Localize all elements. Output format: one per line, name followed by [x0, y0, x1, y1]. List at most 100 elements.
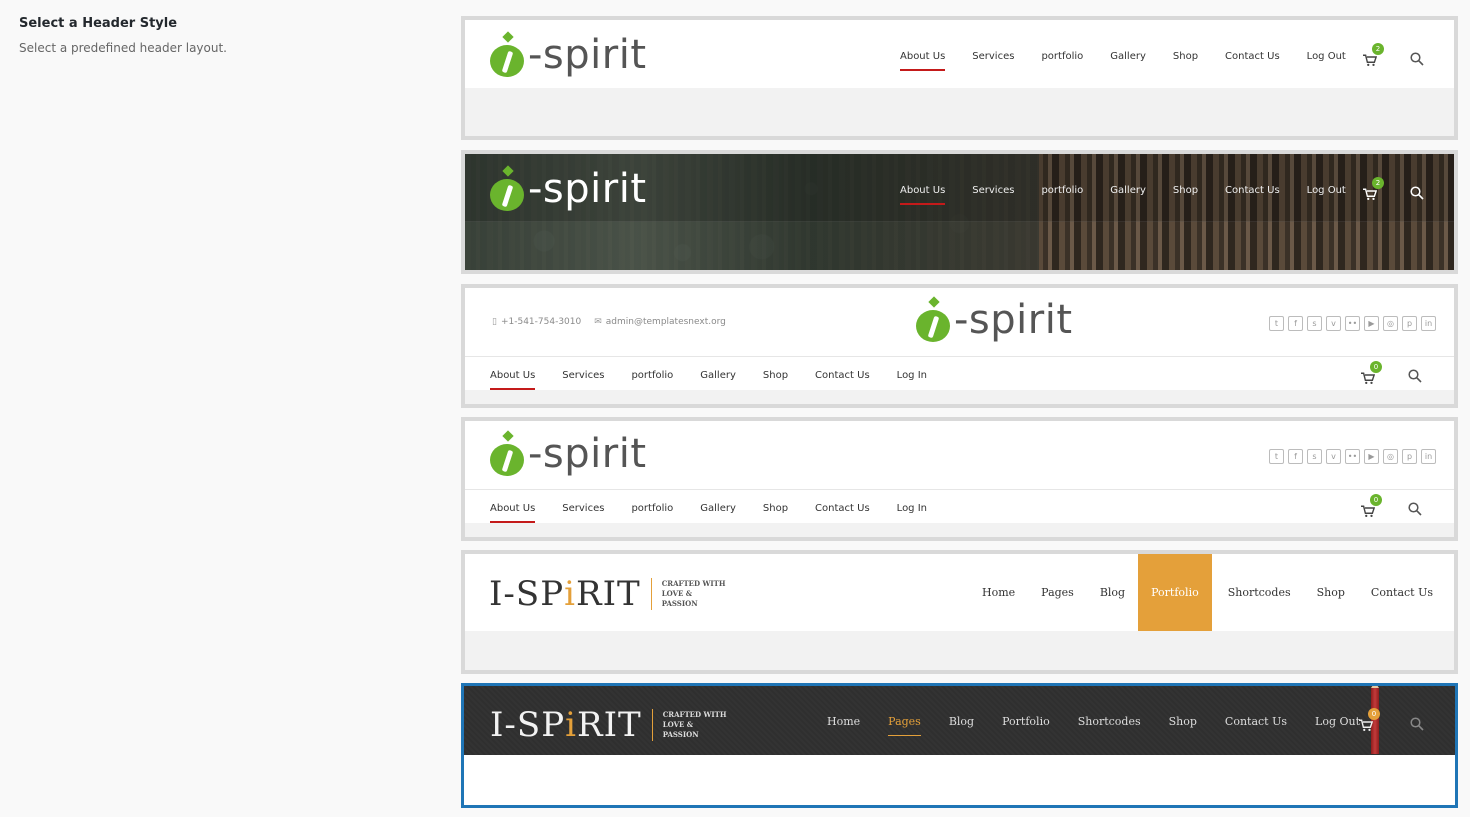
nav-item: Blog — [1099, 586, 1126, 599]
header-style-option-3[interactable]: ▯ +1-541-754-3010 ✉ admin@templatesnext.… — [461, 284, 1458, 408]
search-icon — [1408, 368, 1422, 383]
nav-menu: About Us Services portfolio Gallery Shop… — [900, 51, 1346, 71]
ispirit-logo: -spirit — [916, 296, 1073, 343]
linkedin-icon: in — [1421, 316, 1436, 331]
nav-item: Portfolio — [1002, 715, 1050, 728]
linkedin-icon: in — [1421, 449, 1436, 464]
instagram-icon: ◎ — [1383, 316, 1398, 331]
ispirit-serif-logo: I-SPiRIT CRAFTED WITH LOVE & PASSION — [490, 705, 733, 745]
nav-item: Contact Us — [815, 370, 870, 381]
social-icons: t f s v •• ▶ ◎ p in — [1265, 316, 1436, 331]
nav-menu: About Us Services portfolio Gallery Shop… — [490, 370, 927, 390]
nav-item: Gallery — [700, 503, 736, 514]
nav-item: About Us — [490, 503, 536, 523]
header-preview-bar: I-SPiRIT CRAFTED WITH LOVE & PASSION Hom… — [465, 554, 1454, 631]
search-icon — [1410, 185, 1424, 200]
logo-tagline: CRAFTED WITH LOVE & PASSION — [662, 710, 727, 739]
divider — [465, 356, 1454, 357]
ispirit-logo-mark-icon — [490, 430, 526, 476]
nav-item: Shortcodes — [1227, 586, 1291, 599]
nav-menu: Home Pages Blog Portfolio Shortcodes Sho… — [982, 554, 1433, 631]
nav-item: Contact Us — [1370, 586, 1434, 599]
logo-separator — [651, 709, 653, 741]
nav-item: Shop — [1172, 185, 1199, 196]
header-style-option-2[interactable]: -spirit About Us Services portfolio Gall… — [461, 150, 1458, 274]
logo-text: -spirit — [528, 166, 647, 212]
ispirit-logo: -spirit — [490, 165, 647, 212]
nav-item: Gallery — [1110, 51, 1146, 62]
nav-menu: About Us Services portfolio Gallery Shop… — [900, 185, 1346, 205]
ispirit-logo-mark-icon — [490, 31, 526, 77]
phone-icon: ▯ — [492, 317, 497, 327]
nav-item: portfolio — [631, 370, 674, 381]
nav-item: Contact Us — [1225, 185, 1280, 196]
nav-item: About Us — [900, 51, 946, 71]
nav-item: Gallery — [1110, 185, 1146, 196]
flickr-icon: •• — [1345, 316, 1360, 331]
nav-item: Log In — [896, 370, 927, 381]
email-address: admin@templatesnext.org — [605, 317, 726, 327]
header-preview-bar: -spirit t f s v •• ▶ ◎ p in About Us Ser… — [465, 421, 1454, 523]
twitter-icon: t — [1269, 449, 1284, 464]
nav-item: Pages — [1041, 586, 1074, 599]
cart-icon: 2 — [1363, 43, 1384, 67]
logo-separator — [650, 578, 652, 610]
nav-item: Log In — [896, 503, 927, 514]
header-preview-bar: ▯ +1-541-754-3010 ✉ admin@templatesnext.… — [465, 288, 1454, 390]
nav-item: portfolio — [1041, 51, 1084, 62]
flickr-icon: •• — [1345, 449, 1360, 464]
pinterest-icon: p — [1402, 316, 1417, 331]
nav-item: About Us — [900, 185, 946, 205]
nav-item: portfolio — [1041, 185, 1084, 196]
field-label: Select a Header Style Select a predefine… — [19, 16, 227, 55]
search-icon — [1410, 716, 1424, 731]
phone-number: +1-541-754-3010 — [500, 317, 582, 327]
header-style-option-1[interactable]: -spirit About Us Services portfolio Gall… — [461, 16, 1458, 140]
nav-item: Services — [562, 370, 605, 381]
header-style-option-5[interactable]: I-SPiRIT CRAFTED WITH LOVE & PASSION Hom… — [461, 550, 1458, 674]
cart-count-badge: 0 — [1368, 708, 1380, 720]
cart-icon: 2 — [1363, 177, 1384, 201]
header-preview-bar: -spirit About Us Services portfolio Gall… — [465, 20, 1454, 88]
twitter-icon: t — [1269, 316, 1284, 331]
ispirit-logo-mark-icon — [490, 165, 526, 211]
nav-item: Log Out — [1315, 715, 1361, 728]
ispirit-logo: -spirit — [490, 31, 647, 78]
logo-text: -spirit — [528, 431, 647, 477]
nav-item: Services — [972, 51, 1015, 62]
header-style-option-4[interactable]: -spirit t f s v •• ▶ ◎ p in About Us Ser… — [461, 417, 1458, 541]
logo-tagline: CRAFTED WITH LOVE & PASSION — [661, 579, 726, 608]
vine-icon: v — [1326, 449, 1341, 464]
cart-icon: 0 — [1361, 494, 1382, 518]
nav-item: Contact Us — [1224, 715, 1288, 728]
logo-text: -spirit — [528, 32, 647, 78]
ispirit-logo: -spirit — [490, 430, 647, 477]
nav-item: Home — [827, 715, 861, 728]
nav-item: Services — [562, 503, 605, 514]
ispirit-logo-mark-icon — [916, 296, 952, 342]
facebook-icon: f — [1288, 449, 1303, 464]
nav-item: Contact Us — [1225, 51, 1280, 62]
nav-item: Shop — [1172, 51, 1199, 62]
cart-count-badge: 2 — [1372, 43, 1384, 55]
nav-item: Shop — [1316, 586, 1345, 599]
nav-item: portfolio — [631, 503, 674, 514]
nav-item: About Us — [490, 370, 536, 390]
logo-wordmark: I-SPiRIT — [489, 574, 641, 614]
logo-wordmark: I-SPiRIT — [490, 705, 642, 745]
ispirit-serif-logo: I-SPiRIT CRAFTED WITH LOVE & PASSION — [489, 574, 732, 614]
search-icon — [1410, 51, 1424, 66]
nav-item: Shop — [1168, 715, 1197, 728]
instagram-icon: ◎ — [1383, 449, 1398, 464]
nav-menu: About Us Services portfolio Gallery Shop… — [490, 503, 927, 523]
nav-item: Contact Us — [815, 503, 870, 514]
cart-count-badge: 2 — [1372, 177, 1384, 189]
logo-text: -spirit — [954, 297, 1073, 343]
cart-count-badge: 0 — [1370, 361, 1382, 373]
contact-info: ▯ +1-541-754-3010 ✉ admin@templatesnext.… — [492, 317, 726, 327]
header-style-option-6[interactable]: I-SPiRIT CRAFTED WITH LOVE & PASSION Hom… — [461, 683, 1458, 808]
cart-count-badge: 0 — [1370, 494, 1382, 506]
search-icon — [1408, 501, 1422, 516]
nav-item: Log Out — [1306, 185, 1346, 196]
nav-menu: Home Pages Blog Portfolio Shortcodes Sho… — [827, 715, 1361, 736]
